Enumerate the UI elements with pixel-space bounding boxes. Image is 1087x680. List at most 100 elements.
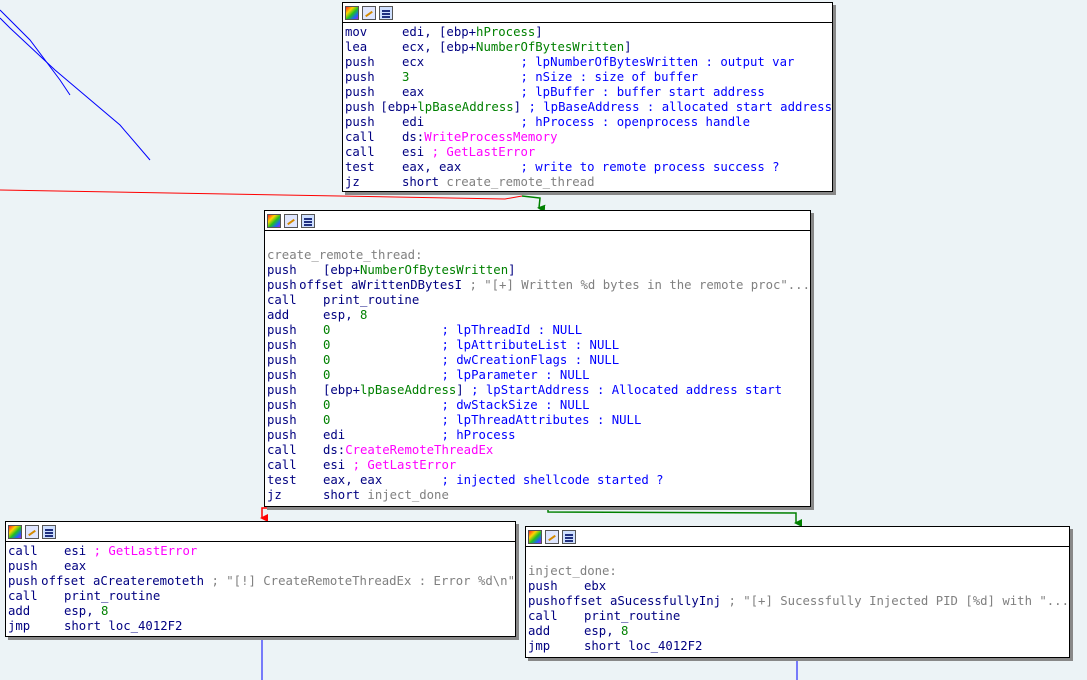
asm-operands: eax, eax ; write to remote process succe… — [402, 160, 780, 175]
asm-line[interactable]: push 0 ; lpAttributeList : NULL — [267, 338, 810, 353]
text-view-icon[interactable] — [42, 524, 56, 539]
asm-mnemonic: call — [528, 609, 558, 623]
asm-import-ref[interactable]: ; GetLastError — [94, 544, 198, 558]
asm-line[interactable]: call ds:CreateRemoteThreadEx — [267, 443, 810, 458]
asm-line[interactable]: add esp, 8 — [8, 604, 515, 619]
asm-line[interactable]: push ebx — [528, 579, 1069, 594]
asm-operand-text: esp, — [584, 624, 622, 638]
color-block-icon[interactable] — [528, 529, 542, 544]
asm-line[interactable]: jz short create_remote_thread — [345, 175, 832, 190]
asm-operand-text: ds: — [323, 443, 346, 457]
asm-line[interactable]: push 0 ; dwCreationFlags : NULL — [267, 353, 810, 368]
asm-import-ref[interactable]: WriteProcessMemory — [424, 130, 557, 144]
asm-line[interactable]: mov edi, [ebp+hProcess] — [345, 25, 832, 40]
asm-line[interactable]: push ecx ; lpNumberOfBytesWritten : outpu… — [345, 55, 832, 70]
asm-mnemonic: push — [528, 594, 558, 608]
graph-overview-icon[interactable] — [362, 5, 376, 20]
graph-overview-icon[interactable] — [25, 524, 39, 539]
asm-branch-target[interactable]: inject_done — [367, 488, 448, 502]
asm-line[interactable]: push edi ; hProcess — [267, 428, 810, 443]
code-block-inject-done[interactable]: inject_done: push ebx push offset aSucessful… — [525, 526, 1070, 658]
color-block-icon[interactable] — [267, 213, 281, 228]
asm-operands: 0 ; dwStackSize : NULL — [323, 398, 590, 413]
asm-stack-var[interactable]: lpBaseAddress — [417, 100, 513, 114]
asm-mnemonic: push — [267, 383, 297, 397]
asm-line[interactable]: call ds:WriteProcessMemory — [345, 130, 832, 145]
code-block-create-remote-thread[interactable]: create_remote_thread: push [ebp+NumberOfBy… — [264, 210, 811, 507]
asm-operands: print_routine — [323, 293, 419, 308]
graph-overview-icon[interactable] — [545, 529, 559, 544]
asm-line[interactable]: push offset aCreateremoteth ; "[!] Create… — [8, 574, 515, 589]
asm-line[interactable]: test eax, eax ; write to remote process s… — [345, 160, 832, 175]
asm-operands: edi ; hProcess — [323, 428, 516, 443]
asm-branch-target[interactable]: create_remote_thread — [446, 175, 594, 189]
asm-line[interactable]: push 0 ; lpThreadId : NULL — [267, 323, 810, 338]
asm-operands: [ebp+lpBaseAddress] ; lpBaseAddress : al… — [380, 100, 832, 115]
code-block-write-process-memory[interactable]: mov edi, [ebp+hProcess] lea ecx, [ebp+Numbe… — [342, 2, 833, 192]
asm-line[interactable]: push [ebp+lpBaseAddress] ; lpStartAddress… — [267, 383, 810, 398]
asm-operand-text: offset aSucessfullyInj — [558, 594, 729, 608]
asm-line[interactable]: call esi ; GetLastError — [8, 544, 515, 559]
asm-line[interactable]: jz short inject_done — [267, 488, 810, 503]
text-view-icon[interactable] — [562, 529, 576, 544]
color-block-icon[interactable] — [345, 5, 359, 20]
asm-comment: ; hProcess — [441, 428, 516, 442]
asm-import-ref[interactable]: ; GetLastError — [353, 458, 457, 472]
asm-line[interactable]: push eax ; lpBuffer : buffer start addres… — [345, 85, 832, 100]
asm-stack-var[interactable]: lpBaseAddress — [360, 383, 456, 397]
asm-line[interactable]: call esi ; GetLastError — [345, 145, 832, 160]
asm-stack-var[interactable]: NumberOfBytesWritten — [360, 263, 508, 277]
asm-operand-end: ] — [535, 25, 543, 39]
asm-line[interactable]: push edi ; hProcess : openprocess handle — [345, 115, 832, 130]
asm-mnemonic: call — [8, 589, 38, 603]
asm-line[interactable]: test eax, eax ; injected shellcode starte… — [267, 473, 810, 488]
asm-line[interactable]: jmp short loc_4012F2 — [528, 639, 1069, 654]
code-label[interactable]: inject_done: — [528, 564, 1069, 579]
asm-operands: print_routine — [584, 609, 680, 624]
asm-operands: 0 ; dwCreationFlags : NULL — [323, 353, 619, 368]
code-block-create-remote-thread-error[interactable]: call esi ; GetLastError push eax push offset … — [5, 521, 516, 637]
asm-line[interactable]: push 0 ; lpThreadAttributes : NULL — [267, 413, 810, 428]
asm-line[interactable]: jmp short loc_4012F2 — [8, 619, 515, 634]
color-block-icon[interactable] — [8, 524, 22, 539]
asm-line[interactable]: add esp, 8 — [267, 308, 810, 323]
code-label[interactable]: create_remote_thread: — [267, 248, 810, 263]
asm-line[interactable]: push [ebp+NumberOfBytesWritten] — [267, 263, 810, 278]
asm-line[interactable]: call print_routine — [528, 609, 1069, 624]
asm-stack-var[interactable]: hProcess — [476, 25, 535, 39]
asm-import-ref[interactable]: CreateRemoteThreadEx — [345, 443, 493, 457]
asm-line[interactable]: push offset aSucessfullyInj ; "[+] Sucess… — [528, 594, 1069, 609]
asm-line[interactable]: push 0 ; dwStackSize : NULL — [267, 398, 810, 413]
asm-operand-text: esi — [402, 145, 432, 159]
asm-line[interactable]: push offset aWrittenDBytesI ; "[+] Writte… — [267, 278, 810, 293]
text-view-icon[interactable] — [301, 213, 315, 228]
asm-line[interactable]: call print_routine — [8, 589, 515, 604]
asm-import-ref[interactable]: ; GetLastError — [432, 145, 536, 159]
asm-line[interactable]: lea ecx, [ebp+NumberOfBytesWritten] — [345, 40, 832, 55]
asm-operand-text: offset aCreateremoteth — [41, 574, 212, 588]
asm-comment: ; lpNumberOfBytesWritten : output var — [520, 55, 795, 69]
asm-stack-var[interactable]: NumberOfBytesWritten — [476, 40, 624, 54]
asm-mnemonic: mov — [345, 25, 368, 39]
asm-operand-text: ebx — [584, 579, 607, 593]
asm-mnemonic: push — [8, 559, 38, 573]
asm-line[interactable]: add esp, 8 — [528, 624, 1069, 639]
asm-line[interactable]: push eax — [8, 559, 515, 574]
asm-line[interactable]: push 0 ; lpParameter : NULL — [267, 368, 810, 383]
graph-overview-icon[interactable] — [284, 213, 298, 228]
asm-line[interactable]: call esi ; GetLastError — [267, 458, 810, 473]
asm-mnemonic: push — [267, 338, 297, 352]
asm-operands: ebx — [584, 579, 606, 594]
asm-line[interactable]: push [ebp+lpBaseAddress] ; lpBaseAddress … — [345, 100, 832, 115]
text-view-icon[interactable] — [379, 5, 393, 20]
block-titlebar — [6, 522, 515, 542]
asm-operand-text: [ebp+ — [323, 383, 361, 397]
asm-operand-text: short — [323, 488, 368, 502]
asm-mnemonic: push — [267, 263, 297, 277]
asm-line[interactable]: call print_routine — [267, 293, 810, 308]
asm-operand-text: eax, eax — [323, 473, 442, 487]
asm-immediate: 8 — [621, 624, 629, 638]
asm-line[interactable]: push 3 ; nSize : size of buffer — [345, 70, 832, 85]
asm-mnemonic: add — [8, 604, 31, 618]
